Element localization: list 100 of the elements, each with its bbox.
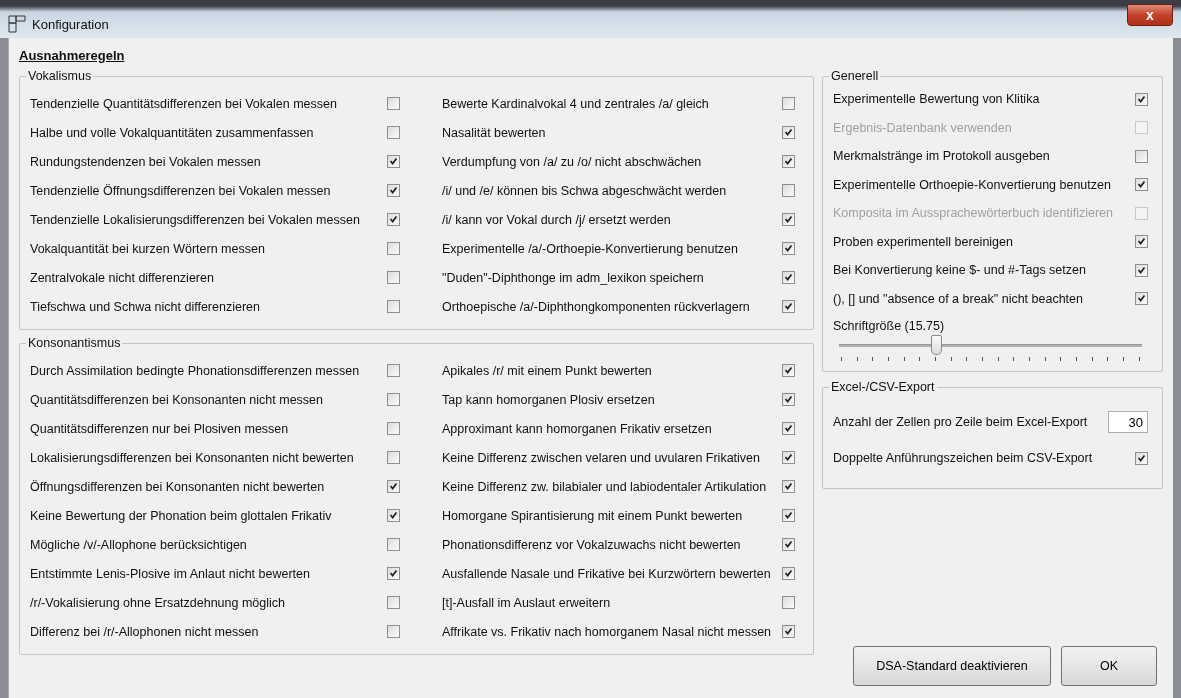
checkbox[interactable] <box>782 596 795 609</box>
option-label: (), [] und "absence of a break" nicht beachten <box>833 291 1083 306</box>
option-label: Ergebnis-Datenbank verwenden <box>833 120 1012 135</box>
option-label: [t]-Ausfall im Auslaut erweitern <box>442 595 611 610</box>
checkmark-icon <box>783 423 794 434</box>
option-label: Mögliche /v/-Allophone berücksichtigen <box>30 537 247 552</box>
checkmark-icon <box>388 481 399 492</box>
checkbox[interactable] <box>782 509 795 522</box>
option-label: /r/-Vokalisierung ohne Ersatzdehnung möglich <box>30 595 285 610</box>
option-label: Phonationsdifferenz vor Vokalzuwachs nicht bewerten <box>442 537 741 552</box>
checkmark-icon <box>388 156 399 167</box>
option-label: Vokalquantität bei kurzen Wörtern messen <box>30 241 265 256</box>
font-size-slider[interactable] <box>839 333 1142 357</box>
checkbox[interactable] <box>782 364 795 377</box>
checkbox[interactable] <box>1135 451 1148 465</box>
option-label: Experimentelle /a/-Orthoepie-Konvertierung benutzen <box>442 241 738 256</box>
option-label: Verdumpfung von /a/ zu /o/ nicht abschwächen <box>442 154 702 169</box>
group-title: Excel-/CSV-Export <box>830 380 936 394</box>
option-label: Rundungstendenzen bei Vokalen messen <box>30 154 261 169</box>
checkbox[interactable] <box>782 242 795 255</box>
checkbox[interactable] <box>782 184 795 197</box>
checkmark-icon <box>783 481 794 492</box>
checkbox[interactable] <box>1135 149 1148 163</box>
checkbox[interactable] <box>387 422 400 435</box>
checkbox[interactable] <box>782 271 795 284</box>
checkmark-icon <box>1136 93 1147 105</box>
checkmark-icon <box>783 301 794 312</box>
checkbox[interactable] <box>387 480 400 493</box>
checkmark-icon <box>783 243 794 254</box>
option-label: Bei Konvertierung keine $- und #-Tags setzen <box>833 263 1086 278</box>
checkmark-icon <box>1136 236 1147 248</box>
checkbox[interactable] <box>782 480 795 493</box>
checkbox[interactable] <box>1135 178 1148 192</box>
checkbox[interactable] <box>1135 263 1148 277</box>
checkbox[interactable] <box>782 567 795 580</box>
option-label: Nasalität bewerten <box>442 125 546 140</box>
option-label: Orthoepische /a/-Diphthongkomponenten rückverlagern <box>442 299 750 314</box>
checkbox[interactable] <box>782 97 795 110</box>
option-label: /i/ kann vor Vokal durch /j/ ersetzt werden <box>442 212 671 227</box>
checkbox[interactable] <box>387 509 400 522</box>
checkbox[interactable] <box>387 300 400 313</box>
close-button[interactable]: x <box>1127 4 1173 26</box>
checkbox[interactable] <box>387 393 400 406</box>
deactivate-button[interactable]: DSA-Standard deaktivieren <box>853 646 1051 686</box>
checkbox[interactable] <box>782 393 795 406</box>
checkbox[interactable] <box>387 126 400 139</box>
checkmark-icon <box>1136 264 1147 276</box>
slider-thumb[interactable] <box>930 335 942 355</box>
option-label: Tap kann homorganen Plosiv ersetzen <box>442 392 655 407</box>
checkbox[interactable] <box>387 155 400 168</box>
checkbox[interactable] <box>387 451 400 464</box>
checkbox[interactable] <box>387 213 400 226</box>
group-title: Vokalismus <box>27 69 93 83</box>
number-field[interactable]: 30 <box>1108 411 1148 433</box>
checkmark-icon <box>783 452 794 463</box>
option-label: Öffnungsdifferenzen bei Konsonanten nicht bewerten <box>30 479 325 494</box>
checkmark-icon <box>783 214 794 225</box>
checkbox[interactable] <box>782 538 795 551</box>
checkbox[interactable] <box>782 625 795 638</box>
checkbox[interactable] <box>387 625 400 638</box>
option-label: Ausfallende Nasale und Frikative bei Kurzwörtern bewerten <box>442 566 771 581</box>
checkbox[interactable] <box>387 242 400 255</box>
checkmark-icon <box>1136 452 1147 464</box>
checkmark-icon <box>783 127 794 138</box>
option-label: Lokalisierungsdifferenzen bei Konsonanten nicht bewerten <box>30 450 354 465</box>
checkmark-icon <box>388 214 399 225</box>
group-title: Konsonantismus <box>27 336 122 350</box>
checkbox[interactable] <box>387 538 400 551</box>
checkbox[interactable] <box>1135 292 1148 306</box>
option-label: Quantitätsdifferenzen bei Konsonanten nicht messen <box>30 392 324 407</box>
checkbox[interactable] <box>387 184 400 197</box>
group-title: Generell <box>830 69 880 83</box>
checkmark-icon <box>388 185 399 196</box>
checkbox[interactable] <box>782 300 795 313</box>
section-heading: Ausnahmeregeln <box>19 48 126 63</box>
checkbox[interactable] <box>387 567 400 580</box>
checkmark-icon <box>783 365 794 376</box>
option-label: Keine Bewertung der Phonation beim glottalen Frikativ <box>30 508 332 523</box>
option-label: Quantitätsdifferenzen nur bei Plosiven messen <box>30 421 289 436</box>
option-label: Merkmalstränge im Protokoll ausgeben <box>833 149 1050 164</box>
checkbox[interactable] <box>782 451 795 464</box>
checkbox[interactable] <box>782 126 795 139</box>
checkbox[interactable] <box>782 155 795 168</box>
checkbox[interactable] <box>782 213 795 226</box>
option-label: Differenz bei /r/-Allophonen nicht messen <box>30 624 259 639</box>
checkbox[interactable] <box>1135 92 1148 106</box>
checkbox[interactable] <box>387 364 400 377</box>
ok-button[interactable]: OK <box>1061 646 1157 686</box>
checkmark-icon <box>783 568 794 579</box>
option-label: /i/ und /e/ können bis Schwa abgeschwächt werden <box>442 183 727 198</box>
checkmark-icon <box>783 539 794 550</box>
option-label: Halbe und volle Vokalquantitäten zusammenfassen <box>30 125 314 140</box>
checkbox[interactable] <box>387 271 400 284</box>
option-label: Tiefschwa und Schwa nicht differenzieren <box>30 299 260 314</box>
checkbox[interactable] <box>1135 235 1148 249</box>
checkmark-icon <box>388 568 399 579</box>
checkbox[interactable] <box>387 596 400 609</box>
checkbox[interactable] <box>782 422 795 435</box>
checkbox[interactable] <box>387 97 400 110</box>
option-label: Zentralvokale nicht differenzieren <box>30 270 214 285</box>
